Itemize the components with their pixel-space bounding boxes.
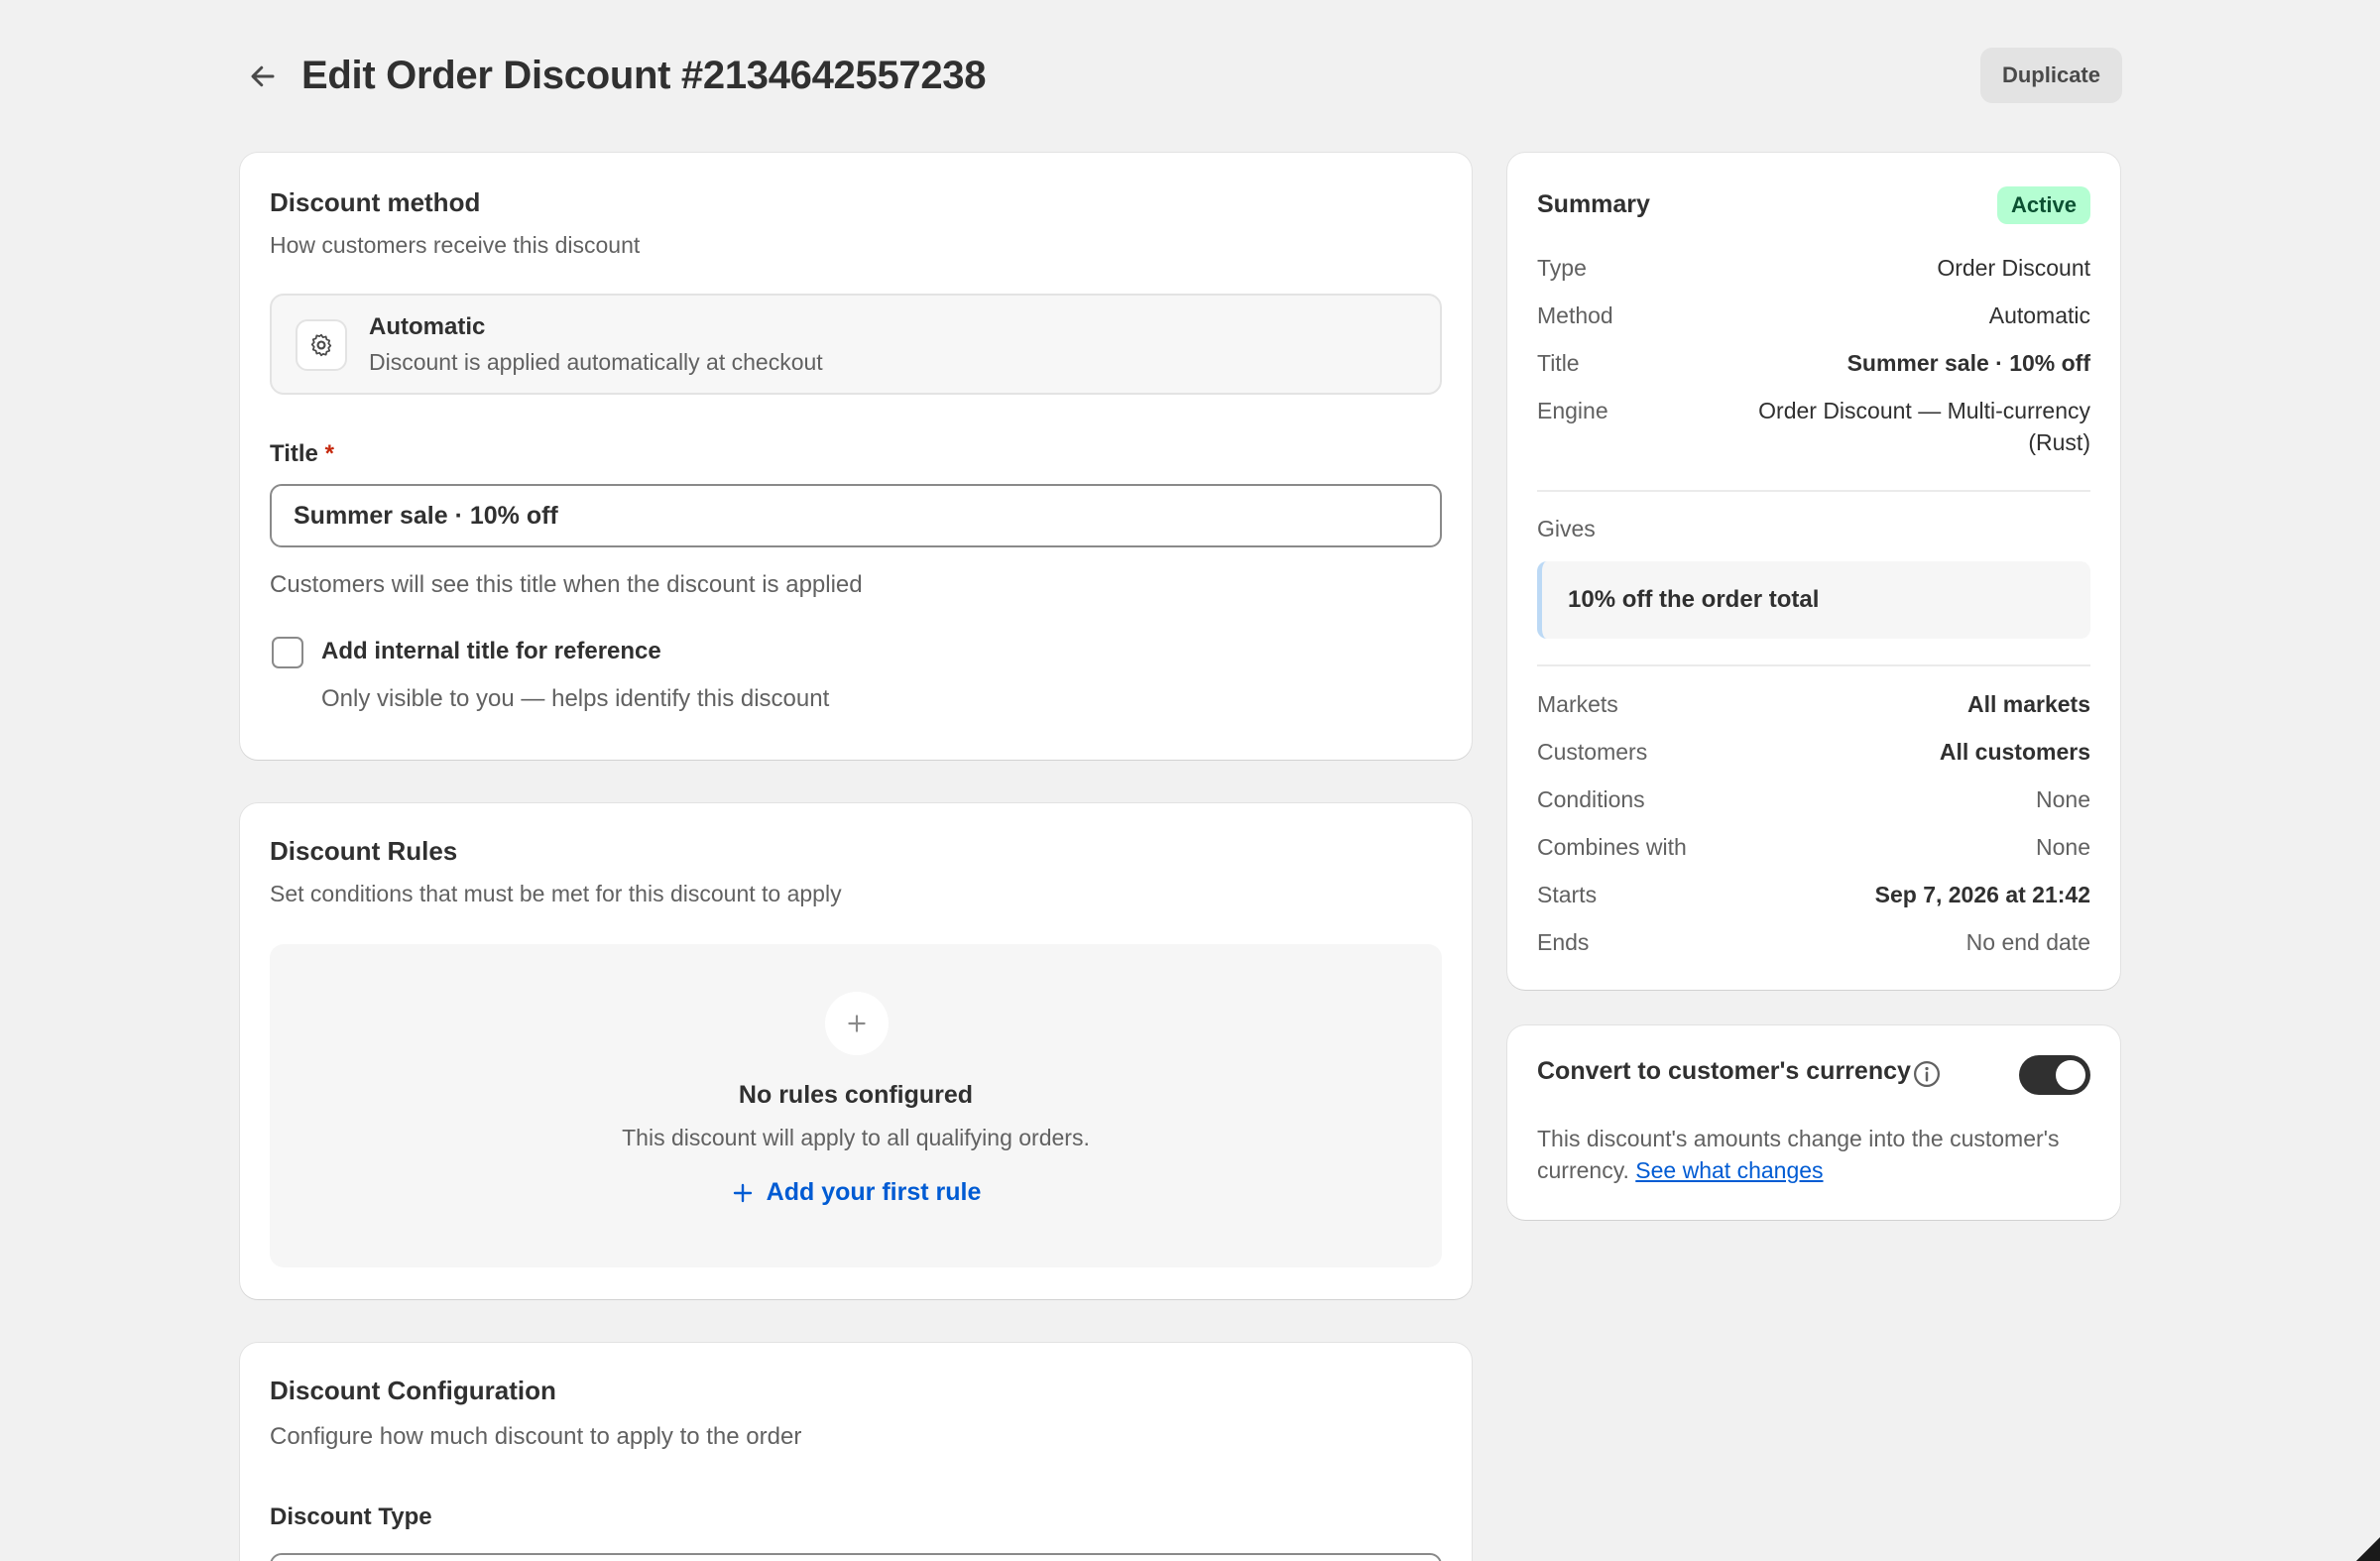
summary-value: All markets bbox=[1966, 691, 2090, 717]
currency-conversion-card: Convert to customer's currency This disc… bbox=[1507, 1025, 2120, 1220]
page-title: Edit Order Discount #2134642557238 bbox=[301, 54, 987, 97]
currency-conversion-toggle[interactable] bbox=[2019, 1055, 2090, 1095]
summary-value: None bbox=[2036, 786, 2090, 812]
summary-value: Order Discount — Multi-currency bbox=[1758, 398, 2090, 423]
discount-method-card: Discount method How customers receive th… bbox=[240, 153, 1472, 760]
summary-value: Summer sale · 10% off bbox=[1846, 350, 2090, 376]
summary-title: Summary bbox=[1537, 190, 1650, 218]
discount-rules-card: Discount Rules Set conditions that must … bbox=[240, 803, 1472, 1299]
method-option-automatic[interactable]: Automatic Discount is applied automatica… bbox=[270, 294, 1442, 395]
toggle-knob bbox=[2056, 1060, 2085, 1090]
gives-label: Gives bbox=[1537, 516, 1596, 541]
summary-header: Summary Active bbox=[1537, 186, 2090, 226]
summary-key: Starts bbox=[1537, 882, 1598, 907]
summary-key: Customers bbox=[1537, 739, 1648, 765]
title-input[interactable] bbox=[270, 484, 1442, 547]
discount-method-subtitle: How customers receive this discount bbox=[270, 232, 641, 258]
summary-divider bbox=[1537, 664, 2090, 666]
method-icon-wrap bbox=[296, 319, 347, 371]
method-option-name: Automatic bbox=[369, 313, 486, 340]
plus-icon bbox=[733, 1183, 752, 1202]
summary-key: Markets bbox=[1537, 691, 1618, 717]
page: Edit Order Discount #2134642557238 Dupli… bbox=[0, 0, 2380, 1561]
internal-title-help-text: Only visible to you — helps identify thi… bbox=[321, 685, 830, 712]
title-field-label: Title * bbox=[270, 440, 334, 468]
gear-icon bbox=[310, 333, 332, 357]
summary-value-line2: (Rust) bbox=[2028, 429, 2090, 455]
info-icon[interactable] bbox=[1912, 1059, 1942, 1089]
discount-rules-subtitle: Set conditions that must be met for this… bbox=[270, 881, 842, 906]
window-corner bbox=[2356, 1537, 2380, 1561]
summary-value: None bbox=[2036, 834, 2090, 860]
empty-state-title: No rules configured bbox=[738, 1081, 974, 1109]
rules-empty-state: No rules configured This discount will a… bbox=[270, 944, 1442, 1267]
summary-key: Method bbox=[1537, 302, 1613, 328]
discount-rules-title: Discount Rules bbox=[270, 836, 458, 866]
summary-key: Ends bbox=[1537, 929, 1590, 955]
currency-conversion-desc: This discount's amounts change into the … bbox=[1537, 1123, 2098, 1186]
discount-configuration-card: Discount Configuration Configure how muc… bbox=[240, 1343, 1472, 1561]
internal-title-checkbox-label[interactable]: Add internal title for reference bbox=[321, 638, 661, 665]
summary-value: All customers bbox=[1939, 739, 2090, 765]
add-first-rule-button[interactable]: Add your first rule bbox=[270, 1178, 1442, 1207]
plus-icon bbox=[825, 992, 889, 1055]
gives-value: 10% off the order total bbox=[1537, 561, 2090, 639]
summary-key: Title bbox=[1537, 350, 1580, 376]
summary-value: Sep 7, 2026 at 21:42 bbox=[1874, 882, 2090, 907]
summary-divider bbox=[1537, 490, 2090, 492]
summary-value: Order Discount bbox=[1937, 255, 2090, 281]
title-label-text: Title bbox=[270, 440, 318, 467]
add-first-rule-label: Add your first rule bbox=[766, 1178, 982, 1206]
summary-key: Type bbox=[1537, 255, 1587, 281]
discount-configuration-subtitle: Configure how much discount to apply to … bbox=[270, 1423, 802, 1450]
duplicate-button[interactable]: Duplicate bbox=[1979, 48, 2122, 103]
status-badge: Active bbox=[1996, 186, 2090, 224]
empty-state-desc: This discount will apply to all qualifyi… bbox=[622, 1125, 1090, 1150]
summary-key: Combines with bbox=[1537, 834, 1687, 860]
discount-configuration-title: Discount Configuration bbox=[270, 1376, 556, 1405]
page-header: Edit Order Discount #2134642557238 Dupli… bbox=[240, 40, 2122, 111]
summary-key: Engine bbox=[1537, 398, 1608, 423]
discount-method-title: Discount method bbox=[270, 187, 481, 217]
summary-card: Summary Active Type Order Discount Metho… bbox=[1507, 153, 2120, 990]
summary-value: Automatic bbox=[1988, 302, 2090, 328]
title-help-text: Customers will see this title when the d… bbox=[270, 571, 863, 598]
summary-value: No end date bbox=[1965, 929, 2090, 955]
arrow-left-icon bbox=[251, 65, 275, 87]
see-what-changes-link[interactable]: See what changes bbox=[1635, 1157, 1823, 1183]
back-button[interactable] bbox=[240, 54, 286, 99]
method-option-desc: Discount is applied automatically at che… bbox=[369, 349, 823, 375]
summary-key: Conditions bbox=[1537, 786, 1645, 812]
summary-row-engine: Engine Order Discount — Multi-currency (… bbox=[1537, 395, 2090, 460]
internal-title-checkbox[interactable] bbox=[272, 637, 303, 668]
discount-type-select[interactable] bbox=[270, 1553, 1442, 1561]
required-mark: * bbox=[324, 440, 334, 467]
currency-conversion-title: Convert to customer's currency bbox=[1537, 1057, 1911, 1085]
discount-type-label: Discount Type bbox=[270, 1503, 432, 1530]
